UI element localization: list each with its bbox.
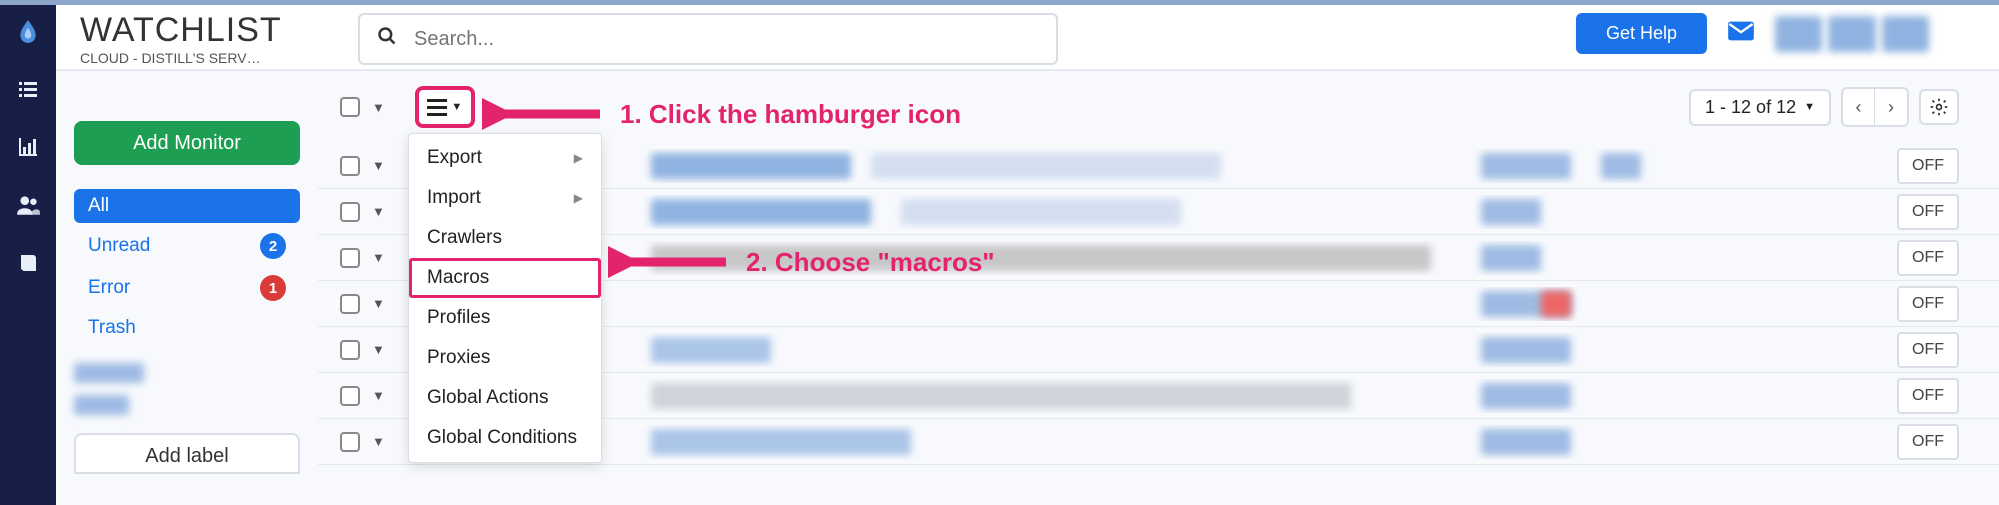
row-toggle-off[interactable]: OFF [1897, 194, 1959, 230]
menu-item-label: Global Actions [427, 387, 548, 409]
row-checkbox[interactable] [340, 202, 360, 222]
list-icon[interactable] [14, 75, 42, 103]
row-toggle-off[interactable]: OFF [1897, 240, 1959, 276]
row-toggle-off[interactable]: OFF [1897, 378, 1959, 414]
row-checkbox[interactable] [340, 386, 360, 406]
pager-range[interactable]: 1 - 12 of 12 ▼ [1689, 89, 1831, 126]
list-toolbar: ▼ ▼ Export ▶ Import ▶ Crawlers [318, 71, 1999, 143]
sidebar-item-error[interactable]: Error 1 [74, 269, 300, 307]
row-toggle-off[interactable]: OFF [1897, 332, 1959, 368]
menu-item-profiles[interactable]: Profiles [409, 298, 601, 338]
row-toggle-off[interactable]: OFF [1897, 424, 1959, 460]
search-input[interactable] [414, 28, 1056, 51]
menu-item-import[interactable]: Import ▶ [409, 178, 601, 218]
hamburger-menu: Export ▶ Import ▶ Crawlers Macros Profil… [408, 133, 602, 463]
menu-item-global-conditions[interactable]: Global Conditions [409, 418, 601, 458]
sidebar-item-unread[interactable]: Unread 2 [74, 227, 300, 265]
settings-button[interactable] [1919, 89, 1959, 125]
menu-item-crawlers[interactable]: Crawlers [409, 218, 601, 258]
sidebar-item-trash[interactable]: Trash [74, 311, 300, 345]
row-caret-icon[interactable]: ▼ [372, 204, 385, 219]
row-toggle-off[interactable]: OFF [1897, 148, 1959, 184]
row-caret-icon[interactable]: ▼ [372, 250, 385, 265]
sidebar-item-label: Unread [88, 235, 150, 257]
get-help-button[interactable]: Get Help [1576, 13, 1707, 54]
sidebar-labels-blurred [74, 363, 300, 415]
header: WATCHLIST CLOUD - DISTILL'S SERV… Get He… [56, 5, 1999, 71]
app-rail [0, 5, 56, 505]
book-icon[interactable] [14, 249, 42, 277]
page-subtitle: CLOUD - DISTILL'S SERV… [80, 50, 330, 66]
row-content-blurred [421, 149, 1897, 183]
row-caret-icon[interactable]: ▼ [372, 342, 385, 357]
page-title: WATCHLIST [80, 11, 330, 50]
search-icon [360, 26, 414, 52]
select-all-caret-icon[interactable]: ▼ [372, 100, 385, 115]
menu-item-proxies[interactable]: Proxies [409, 338, 601, 378]
unread-badge: 2 [260, 233, 286, 259]
add-label-button[interactable]: Add label [74, 433, 300, 474]
gear-icon [1929, 97, 1949, 117]
menu-item-label: Global Conditions [427, 427, 577, 449]
menu-item-export[interactable]: Export ▶ [409, 138, 601, 178]
row-content-blurred [421, 379, 1897, 413]
row-toggle-off[interactable]: OFF [1897, 286, 1959, 322]
pager-prev-button[interactable]: ‹ [1843, 89, 1875, 125]
menu-item-label: Proxies [427, 347, 490, 369]
pager-text: 1 - 12 of 12 [1705, 97, 1796, 118]
logo-icon[interactable] [14, 17, 42, 45]
menu-item-label: Export [427, 147, 482, 169]
mail-icon[interactable] [1727, 18, 1755, 49]
menu-item-label: Import [427, 187, 481, 209]
hamburger-menu-button[interactable]: ▼ [415, 86, 475, 128]
hamburger-icon [427, 99, 447, 116]
sidebar: Add Monitor All Unread 2 Error 1 Trash A… [56, 71, 318, 505]
add-monitor-button[interactable]: Add Monitor [74, 121, 300, 165]
row-caret-icon[interactable]: ▼ [372, 388, 385, 403]
row-content-blurred [421, 241, 1897, 275]
row-content-blurred [421, 425, 1897, 459]
row-caret-icon[interactable]: ▼ [372, 296, 385, 311]
chevron-down-icon: ▼ [451, 101, 462, 113]
menu-item-label: Crawlers [427, 227, 502, 249]
chart-icon[interactable] [14, 133, 42, 161]
menu-item-macros[interactable]: Macros [409, 258, 601, 298]
submenu-caret-icon: ▶ [574, 191, 583, 205]
pager-nav: ‹ › [1841, 87, 1909, 127]
main: ▼ ▼ Export ▶ Import ▶ Crawlers [318, 71, 1999, 505]
row-caret-icon[interactable]: ▼ [372, 158, 385, 173]
sidebar-item-label: All [88, 195, 109, 217]
error-badge: 1 [260, 275, 286, 301]
row-content-blurred [421, 195, 1897, 229]
row-checkbox[interactable] [340, 294, 360, 314]
menu-item-label: Macros [427, 267, 489, 289]
row-checkbox[interactable] [340, 248, 360, 268]
row-checkbox[interactable] [340, 156, 360, 176]
row-checkbox[interactable] [340, 432, 360, 452]
search-box[interactable] [358, 13, 1058, 65]
submenu-caret-icon: ▶ [574, 151, 583, 165]
row-content-blurred [421, 333, 1897, 367]
sidebar-item-label: Error [88, 277, 130, 299]
select-all-checkbox[interactable] [340, 97, 360, 117]
row-checkbox[interactable] [340, 340, 360, 360]
menu-item-label: Profiles [427, 307, 490, 329]
chevron-down-icon: ▼ [1804, 101, 1815, 113]
row-caret-icon[interactable]: ▼ [372, 434, 385, 449]
user-chip[interactable] [1775, 16, 1929, 52]
sidebar-item-all[interactable]: All [74, 189, 300, 223]
sidebar-item-label: Trash [88, 317, 136, 339]
menu-item-global-actions[interactable]: Global Actions [409, 378, 601, 418]
team-icon[interactable] [14, 191, 42, 219]
row-content-blurred [421, 287, 1897, 321]
pager-next-button[interactable]: › [1875, 89, 1907, 125]
